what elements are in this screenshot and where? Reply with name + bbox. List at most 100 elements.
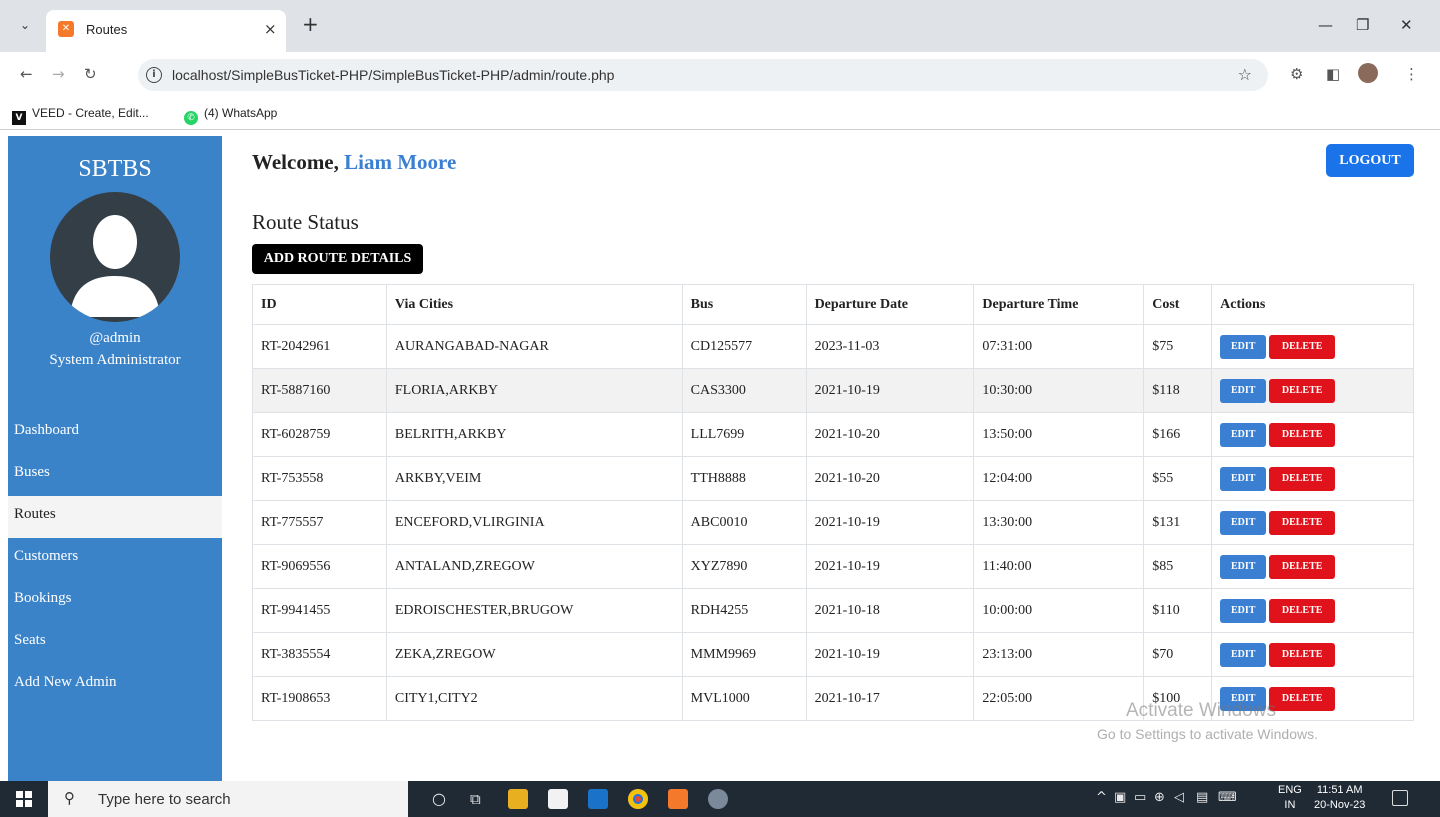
edit-button[interactable]: EDIT bbox=[1220, 378, 1267, 403]
edit-button[interactable]: EDIT bbox=[1220, 334, 1267, 359]
xampp-icon[interactable] bbox=[668, 789, 688, 809]
chrome-icon[interactable] bbox=[628, 789, 648, 809]
delete-button[interactable]: DELETE bbox=[1269, 598, 1336, 623]
cell-id: RT-6028759 bbox=[252, 412, 387, 457]
extensions-icon[interactable]: ⚙ bbox=[1290, 65, 1303, 83]
taskbar-search-placeholder[interactable]: Type here to search bbox=[98, 791, 231, 808]
forward-icon[interactable]: → bbox=[52, 65, 65, 83]
tab-title: Routes bbox=[86, 22, 128, 37]
battery-icon[interactable]: ▭ bbox=[1134, 790, 1146, 805]
minimize-icon[interactable]: — bbox=[1318, 16, 1333, 34]
edit-button[interactable]: EDIT bbox=[1220, 642, 1267, 667]
veed-icon: V bbox=[12, 111, 26, 125]
volume-icon[interactable]: ◁ bbox=[1174, 790, 1184, 805]
browser-tab[interactable]: ✕ Routes × bbox=[46, 10, 286, 52]
activate-windows-hint: Go to Settings to activate Windows. bbox=[1097, 726, 1318, 742]
windows-taskbar: ⚲ Type here to search ○ ⧉ ^ ▣ ▭ ⊕ ◁ ▤ ⌨ … bbox=[0, 781, 1440, 817]
sidebar: SBTBS @admin System Administrator Dashbo… bbox=[8, 136, 222, 782]
cell-actions: EDIT DELETE bbox=[1211, 544, 1414, 589]
sidebar-item-bookings[interactable]: Bookings bbox=[8, 580, 222, 622]
add-route-details-button[interactable]: ADD ROUTE DETAILS bbox=[252, 244, 423, 274]
site-info-icon[interactable]: i bbox=[146, 67, 162, 83]
cell-via-cities: ARKBY,VEIM bbox=[385, 456, 683, 501]
back-icon[interactable]: ← bbox=[20, 65, 33, 83]
delete-button[interactable]: DELETE bbox=[1269, 334, 1336, 359]
windows-start-icon[interactable] bbox=[16, 791, 32, 807]
welcome-heading: Welcome, Liam Moore bbox=[252, 150, 456, 175]
file-explorer-icon[interactable] bbox=[508, 789, 528, 809]
sidebar-item-routes[interactable]: Routes bbox=[8, 496, 222, 538]
user-role: System Administrator bbox=[49, 352, 181, 368]
tray-security-icon[interactable]: ▤ bbox=[1196, 790, 1208, 805]
input-language[interactable]: ENG IN bbox=[1278, 783, 1302, 813]
edit-button[interactable]: EDIT bbox=[1220, 466, 1267, 491]
tray-overflow-icon[interactable]: ^ bbox=[1096, 790, 1107, 805]
cell-actions: EDIT DELETE bbox=[1211, 456, 1414, 501]
cell-departure-date: 2021-10-17 bbox=[805, 676, 975, 721]
column-header-cost: Cost bbox=[1143, 284, 1213, 325]
delete-button[interactable]: DELETE bbox=[1269, 686, 1336, 711]
cell-via-cities: ANTALAND,ZREGOW bbox=[385, 544, 683, 589]
cell-cost: $85 bbox=[1143, 544, 1213, 589]
edit-button[interactable]: EDIT bbox=[1220, 422, 1267, 447]
sidebar-item-buses[interactable]: Buses bbox=[8, 454, 222, 496]
sidebar-item-dashboard[interactable]: Dashboard bbox=[8, 412, 222, 454]
restore-icon[interactable]: ❐ bbox=[1356, 16, 1369, 34]
welcome-username: Liam Moore bbox=[344, 150, 457, 174]
cell-departure-date: 2021-10-19 bbox=[805, 500, 975, 545]
cell-cost: $110 bbox=[1143, 588, 1213, 633]
delete-button[interactable]: DELETE bbox=[1269, 378, 1336, 403]
cell-via-cities: ENCEFORD,VLIRGINIA bbox=[385, 500, 683, 545]
delete-button[interactable]: DELETE bbox=[1269, 466, 1336, 491]
reload-icon[interactable]: ↻ bbox=[84, 65, 97, 83]
table-row: RT-753558 ARKBY,VEIM TTH8888 2021-10-20 … bbox=[252, 456, 1414, 501]
page-title: Route Status bbox=[252, 210, 359, 234]
routes-table: ID Via Cities Bus Departure Date Departu… bbox=[252, 284, 1414, 721]
keyboard-icon[interactable]: ⌨ bbox=[1218, 790, 1237, 805]
network-icon[interactable]: ⊕ bbox=[1154, 790, 1165, 805]
edit-button[interactable]: EDIT bbox=[1220, 598, 1267, 623]
delete-button[interactable]: DELETE bbox=[1269, 422, 1336, 447]
cortana-icon[interactable]: ○ bbox=[432, 789, 446, 808]
sidebar-item-seats[interactable]: Seats bbox=[8, 622, 222, 664]
cell-departure-time: 13:30:00 bbox=[973, 500, 1145, 545]
task-view-icon[interactable]: ⧉ bbox=[470, 790, 481, 808]
cell-cost: $70 bbox=[1143, 632, 1213, 677]
profile-avatar[interactable] bbox=[1358, 63, 1378, 83]
mail-icon[interactable] bbox=[588, 789, 608, 809]
new-tab-button[interactable]: + bbox=[302, 14, 319, 34]
logout-button[interactable]: LOGOUT bbox=[1326, 144, 1414, 177]
omnibox[interactable]: i localhost/SimpleBusTicket-PHP/SimpleBu… bbox=[138, 59, 1268, 91]
clock-time: 11:51 AM bbox=[1316, 784, 1363, 796]
column-header-bus: Bus bbox=[681, 284, 807, 325]
bookmark-veed[interactable]: V VEED - Create, Edit... bbox=[12, 106, 149, 125]
edit-button[interactable]: EDIT bbox=[1220, 510, 1267, 535]
bookmark-whatsapp[interactable]: ✆ (4) WhatsApp bbox=[184, 106, 277, 125]
cell-cost: $55 bbox=[1143, 456, 1213, 501]
table-row: RT-2042961 AURANGABAD-NAGAR CD125577 202… bbox=[252, 324, 1414, 369]
delete-button[interactable]: DELETE bbox=[1269, 642, 1336, 667]
tab-search-chevron-icon[interactable]: ⌄ bbox=[20, 18, 36, 34]
sidebar-item-add-new-admin[interactable]: Add New Admin bbox=[8, 664, 222, 706]
tab-close-icon[interactable]: × bbox=[264, 20, 277, 38]
microsoft-store-icon[interactable] bbox=[548, 789, 568, 809]
notification-center-icon[interactable] bbox=[1392, 790, 1408, 806]
bookmark-star-icon[interactable]: ☆ bbox=[1238, 65, 1252, 84]
cell-bus: RDH4255 bbox=[681, 588, 807, 633]
delete-button[interactable]: DELETE bbox=[1269, 510, 1336, 535]
edit-button[interactable]: EDIT bbox=[1220, 554, 1267, 579]
delete-button[interactable]: DELETE bbox=[1269, 554, 1336, 579]
browser-menu-icon[interactable]: ⋮ bbox=[1404, 65, 1419, 83]
url-text[interactable]: localhost/SimpleBusTicket-PHP/SimpleBusT… bbox=[172, 67, 614, 83]
side-panel-icon[interactable]: ◧ bbox=[1326, 65, 1340, 83]
table-header-row: ID Via Cities Bus Departure Date Departu… bbox=[252, 284, 1414, 325]
window-close-icon[interactable]: ✕ bbox=[1400, 16, 1413, 34]
taskbar-search-box[interactable]: ⚲ Type here to search bbox=[48, 781, 408, 817]
cell-cost: $118 bbox=[1143, 368, 1213, 413]
system-clock[interactable]: 11:51 AM 20-Nov-23 bbox=[1314, 783, 1365, 813]
paint-icon[interactable] bbox=[708, 789, 728, 809]
cell-departure-date: 2021-10-19 bbox=[805, 632, 975, 677]
tray-app-icon[interactable]: ▣ bbox=[1114, 790, 1126, 805]
sidebar-item-customers[interactable]: Customers bbox=[8, 538, 222, 580]
cell-actions: EDIT DELETE bbox=[1211, 368, 1414, 413]
